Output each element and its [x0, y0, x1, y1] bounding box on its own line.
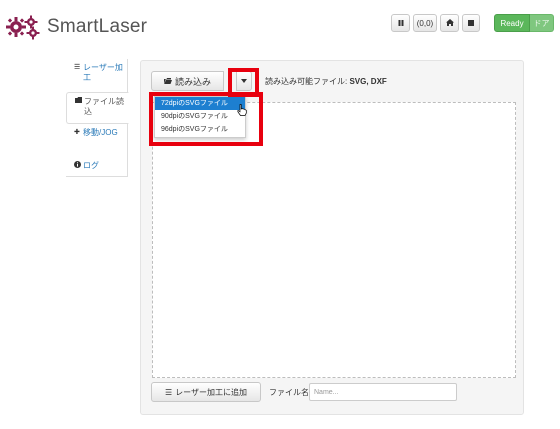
folder-icon [75, 97, 84, 117]
status-ready-badge: Ready [494, 14, 530, 32]
info-icon [74, 161, 83, 170]
toolbar: (0,0) Ready ドア [391, 14, 554, 32]
status-door-badge: ドア [530, 14, 554, 32]
sidebar-item-label: 移動/JOG [83, 128, 118, 137]
move-icon: ✚ [74, 129, 80, 136]
app-title: SmartLaser [47, 16, 148, 37]
filename-label: ファイル名 [269, 388, 309, 397]
sidebar-item-log[interactable]: ログ [66, 157, 128, 177]
stop-icon [468, 19, 474, 28]
supported-formats: 読み込み可能ファイル: SVG, DXF [265, 76, 387, 87]
sidebar-item-label: ファイル読込 [84, 97, 124, 116]
origin-label: (0,0) [416, 18, 434, 28]
formats-prefix: 読み込み可能ファイル: [265, 77, 350, 86]
file-import-panel: 読み込み 読み込み可能ファイル: SVG, DXF 72dpiのSVGファイル … [140, 60, 524, 415]
origin-button[interactable]: (0,0) [413, 14, 437, 32]
list-icon: ☰ [74, 64, 81, 71]
status-indicator: Ready ドア [494, 14, 554, 32]
hand-cursor-icon [237, 103, 247, 116]
folder-open-icon [163, 76, 172, 86]
load-button[interactable]: 読み込み [151, 71, 224, 91]
filename-input[interactable] [309, 383, 457, 401]
add-to-laser-label: レーザー加工に追加 [175, 387, 247, 397]
sidebar-item-jog[interactable]: ✚ 移動/JOG [66, 124, 128, 157]
app-window: SmartLaser (0,0) Ready ドア ☰ レーザー加工 ファイル読… [0, 0, 560, 429]
pause-icon [398, 19, 404, 28]
brand: SmartLaser [4, 14, 147, 40]
home-icon [445, 18, 454, 28]
sidebar-item-label: ログ [83, 161, 99, 170]
load-button-label: 読み込み [174, 76, 211, 87]
sidebar-item-laser[interactable]: ☰ レーザー加工 [66, 59, 128, 92]
home-button[interactable] [440, 14, 459, 32]
highlight-box-menu [149, 92, 263, 146]
formats-value: SVG, DXF [349, 77, 387, 86]
sidebar-nav: ☰ レーザー加工 ファイル読込 ✚ 移動/JOG ログ [66, 59, 129, 177]
stop-button[interactable] [462, 14, 480, 32]
sidebar-item-file-import[interactable]: ファイル読込 [66, 92, 129, 124]
gears-logo-icon [4, 14, 42, 40]
sidebar-item-label: レーザー加工 [83, 63, 123, 82]
pause-button[interactable] [391, 14, 410, 32]
list-icon: ☰ [164, 387, 173, 397]
add-to-laser-button[interactable]: ☰ レーザー加工に追加 [151, 382, 261, 402]
